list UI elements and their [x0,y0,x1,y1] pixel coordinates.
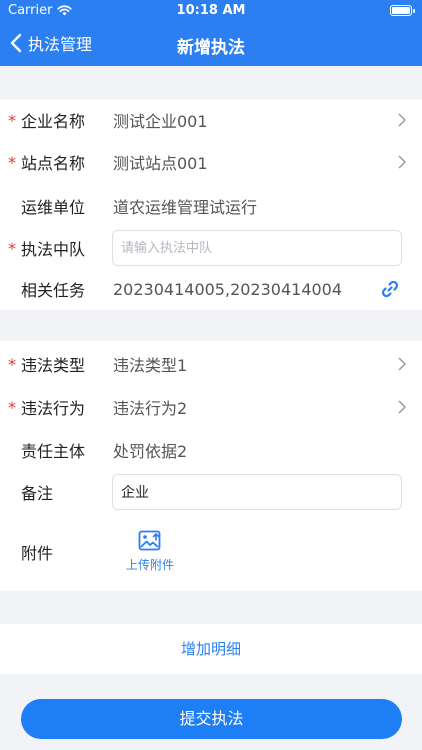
squad-input[interactable] [112,230,402,266]
squad-row: * 执法中队 [0,227,422,269]
violation-type-value: 违法类型1 [113,356,188,375]
site-value: 测试站点001 [113,154,208,173]
status-time: 10:18 AM [176,3,246,18]
add-detail-button[interactable]: 增加明细 [0,624,422,674]
remark-input[interactable] [112,474,402,510]
submit-button[interactable]: 提交执法 [21,699,402,739]
violation-act-label: 违法行为 [21,399,86,418]
link-icon[interactable] [380,279,400,299]
upload-label: 上传附件 [125,558,174,572]
company-value: 测试企业001 [113,112,208,131]
ops-unit-value: 道农运维管理试运行 [113,198,258,217]
responsible-value: 处罚依据2 [113,442,188,461]
tasks-row: 相关任务 20230414005,20230414004 [0,268,422,310]
required-mark: * [8,355,16,374]
required-mark: * [8,239,16,258]
required-mark: * [8,111,16,130]
site-row[interactable]: * 站点名称 测试站点001 [0,141,422,183]
violation-type-row[interactable]: * 违法类型 违法类型1 [0,343,422,385]
chevron-right-icon [398,113,406,127]
chevron-right-icon [398,155,406,169]
company-row[interactable]: * 企业名称 测试企业001 [0,99,422,141]
attachment-row: 附件 [0,531,422,573]
attachment-label: 附件 [21,544,54,563]
violation-act-value: 违法行为2 [113,399,188,418]
chevron-right-icon [398,400,406,414]
responsible-label: 责任主体 [21,442,86,461]
ops-unit-label: 运维单位 [21,198,86,217]
required-mark: * [8,153,16,172]
tasks-label: 相关任务 [21,281,86,300]
responsible-row: 责任主体 处罚依据2 [0,429,422,471]
required-mark: * [8,398,16,417]
upload-attachment-button[interactable]: 上传附件 [122,530,178,574]
tasks-value: 20230414005,20230414004 [113,279,343,299]
remark-label: 备注 [21,484,54,503]
chevron-right-icon [398,357,406,371]
violation-type-label: 违法类型 [21,356,86,375]
violation-act-row[interactable]: * 违法行为 违法行为2 [0,386,422,428]
site-label: 站点名称 [21,154,86,173]
status-bar: Carrier 10:18 AM [0,0,422,22]
image-upload-icon [138,530,161,551]
page-title: 新增执法 [177,38,245,58]
ops-unit-row: 运维单位 道农运维管理试运行 [0,185,422,227]
navigation-bar: 执法管理 新增执法 [0,22,422,66]
remark-row: 备注 [0,471,422,513]
battery-icon [390,5,415,16]
company-label: 企业名称 [21,112,86,131]
squad-label: 执法中队 [21,240,86,259]
